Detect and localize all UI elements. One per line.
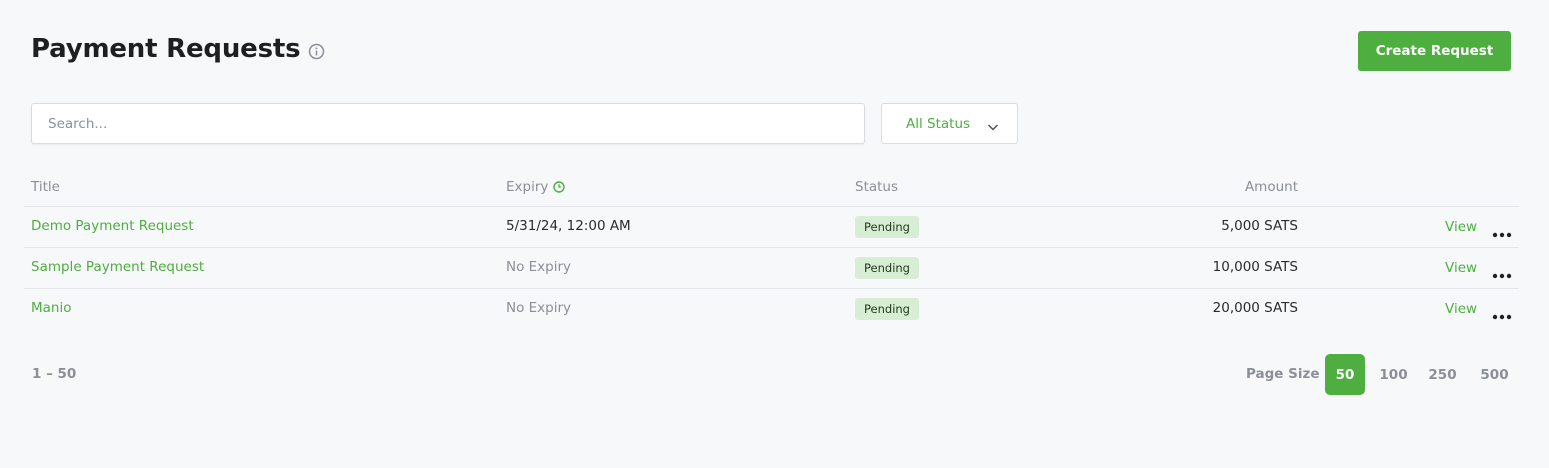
request-title-link[interactable]: Demo Payment Request (31, 218, 194, 234)
page-size-label: Page Size (1246, 366, 1320, 382)
page-size-option-250[interactable]: 250 (1422, 354, 1463, 395)
column-header-amount: Amount (1244, 179, 1298, 195)
request-title-link[interactable]: Manio (31, 300, 72, 316)
info-icon[interactable] (308, 43, 325, 60)
page-size-option-500[interactable]: 500 (1474, 354, 1515, 395)
column-header-status: Status (855, 179, 899, 195)
status-filter-dropdown[interactable]: All Status (881, 103, 1018, 144)
table-row: Manio No Expiry Pending 20,000 SATS View (24, 289, 1519, 330)
column-header-expiry: Expiry (506, 179, 566, 195)
page-size-option-100[interactable]: 100 (1373, 354, 1414, 395)
expiry-value: 5/31/24, 12:00 AM (506, 218, 631, 234)
payment-requests-table: Title Expiry Status Amount Demo Payment … (24, 166, 1519, 330)
status-badge: Pending (855, 216, 919, 238)
create-request-button[interactable]: Create Request (1358, 31, 1511, 71)
table-header: Title Expiry Status Amount (24, 166, 1519, 207)
expiry-value: No Expiry (506, 300, 572, 316)
chevron-down-icon (987, 118, 999, 131)
more-options-icon[interactable] (1492, 306, 1512, 320)
expiry-value: No Expiry (506, 259, 572, 275)
view-link[interactable]: View (1445, 301, 1477, 317)
clock-icon (553, 181, 566, 193)
page-title: Payment Requests (31, 34, 301, 64)
request-title-link[interactable]: Sample Payment Request (31, 259, 204, 275)
more-options-icon[interactable] (1492, 224, 1512, 238)
column-header-title: Title (31, 179, 60, 195)
status-badge: Pending (855, 257, 919, 279)
status-filter-label: All Status (906, 115, 971, 132)
more-options-icon[interactable] (1492, 265, 1512, 279)
view-link[interactable]: View (1445, 219, 1477, 235)
pagination-range: 1 – 50 (32, 366, 77, 382)
status-badge: Pending (855, 298, 919, 320)
search-input[interactable] (31, 103, 865, 144)
amount-value: 10,000 SATS (1212, 259, 1298, 275)
view-link[interactable]: View (1445, 260, 1477, 276)
table-row: Sample Payment Request No Expiry Pending… (24, 248, 1519, 289)
column-header-expiry-label: Expiry (506, 179, 549, 195)
table-row: Demo Payment Request 5/31/24, 12:00 AM P… (24, 207, 1519, 248)
page-size-option-50[interactable]: 50 (1325, 354, 1365, 395)
amount-value: 20,000 SATS (1212, 300, 1298, 316)
amount-value: 5,000 SATS (1221, 218, 1298, 234)
page-header: Payment Requests (31, 34, 325, 64)
